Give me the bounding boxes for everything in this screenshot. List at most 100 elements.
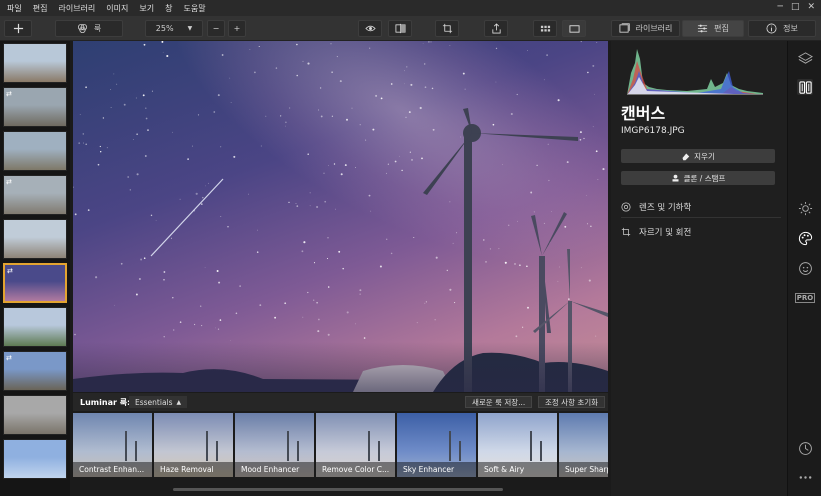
filmstrip-thumbnail[interactable]: ⇄	[3, 263, 67, 303]
star	[295, 203, 297, 204]
save-look-button[interactable]: 새로운 룩 저장...	[465, 396, 533, 408]
lens-geometry-tool[interactable]: 렌즈 및 기하학	[621, 196, 781, 218]
star	[587, 71, 589, 74]
look-preset[interactable]: Sky Enhancer	[397, 413, 476, 477]
zoom-out-button[interactable]: −	[207, 20, 225, 37]
photo-canvas[interactable]	[73, 41, 608, 392]
menu-item[interactable]: 보기	[139, 3, 154, 14]
add-photos-button[interactable]	[4, 20, 32, 37]
info-tab[interactable]: 정보	[748, 20, 816, 37]
creative-button[interactable]	[797, 230, 813, 246]
history-button[interactable]	[797, 440, 813, 456]
star	[507, 224, 510, 227]
star	[435, 256, 438, 259]
minimize-button[interactable]: ─	[778, 2, 783, 12]
crop-rotate-tool[interactable]: 자르기 및 회전	[621, 221, 781, 243]
share-button[interactable]	[484, 20, 508, 37]
look-preset[interactable]: Contrast Enhan...	[73, 413, 152, 477]
preset-preview	[135, 441, 137, 461]
star	[372, 128, 375, 131]
star	[288, 107, 291, 109]
looks-collection-select[interactable]: Essentials ▲	[129, 396, 188, 408]
filmstrip-thumbnail[interactable]: ⇄	[3, 351, 67, 391]
star	[144, 155, 147, 157]
star	[351, 107, 353, 109]
grid-view-button[interactable]	[533, 20, 557, 37]
star	[307, 62, 310, 65]
looks-scroll-thumb[interactable]	[173, 488, 503, 491]
preview-toggle-button[interactable]	[358, 20, 382, 37]
menu-item[interactable]: 라이브러리	[58, 3, 95, 14]
star	[424, 302, 426, 304]
star	[419, 106, 422, 110]
zoom-select[interactable]: 25% ▼	[145, 20, 203, 37]
erase-button[interactable]: 지우기	[621, 149, 775, 163]
star	[596, 42, 598, 43]
star	[394, 160, 397, 163]
look-preset[interactable]: Mood Enhancer	[235, 413, 314, 477]
star	[557, 99, 560, 102]
crop-button[interactable]	[435, 20, 459, 37]
edited-mark-icon: ⇄	[7, 267, 13, 275]
filmstrip-thumbnail[interactable]	[3, 219, 67, 259]
canvas-tools-button[interactable]	[797, 79, 813, 95]
filmstrip-thumbnail[interactable]	[3, 307, 67, 347]
menu-item[interactable]: 파일	[7, 3, 22, 14]
tool-category-rail: PRO	[787, 41, 821, 496]
filmstrip-thumbnail[interactable]	[3, 43, 67, 83]
star	[368, 194, 371, 197]
menu-item[interactable]: 창	[165, 3, 172, 14]
star	[355, 323, 356, 325]
star	[521, 326, 524, 328]
star	[239, 285, 241, 287]
star	[411, 158, 413, 161]
single-view-button[interactable]	[562, 20, 586, 37]
star	[510, 112, 513, 116]
close-button[interactable]: ✕	[807, 2, 815, 12]
info-icon	[766, 23, 777, 34]
edited-mark-icon: ⇄	[6, 354, 12, 362]
essentials-button[interactable]	[797, 200, 813, 216]
pro-tools-button[interactable]: PRO	[794, 290, 816, 306]
look-preset[interactable]: Soft & Airy	[478, 413, 557, 477]
clock-icon	[798, 441, 812, 455]
star	[380, 97, 383, 100]
looks-scrollbar[interactable]	[73, 482, 608, 496]
clone-stamp-button[interactable]: 클론 / 스탬프	[621, 171, 775, 185]
star	[296, 205, 299, 207]
filmstrip-thumbnail[interactable]	[3, 439, 67, 479]
edit-tab[interactable]: 편집	[682, 20, 744, 37]
star	[220, 146, 222, 148]
menu-item[interactable]: 편집	[33, 3, 48, 14]
looks-button[interactable]: 룩	[55, 20, 123, 37]
star	[302, 316, 304, 318]
look-preset[interactable]: Remove Color C...	[316, 413, 395, 477]
star	[151, 90, 153, 92]
menu-item[interactable]: 도움말	[183, 3, 205, 14]
layers-button[interactable]	[797, 50, 813, 66]
filmstrip-thumbnail[interactable]: ⇄	[3, 87, 67, 127]
filmstrip-thumbnail[interactable]	[3, 395, 67, 435]
compare-button[interactable]	[388, 20, 412, 37]
looks-circles-icon	[77, 23, 87, 34]
look-preset[interactable]: Haze Removal	[154, 413, 233, 477]
edited-mark-icon: ⇄	[6, 178, 12, 186]
star	[230, 340, 231, 341]
star	[79, 114, 81, 115]
star	[200, 203, 203, 205]
filmstrip-thumbnail[interactable]: ⇄	[3, 175, 67, 215]
layers-icon	[797, 51, 813, 64]
filmstrip-thumbnail[interactable]	[3, 131, 67, 171]
star	[502, 164, 503, 165]
maximize-button[interactable]: □	[791, 2, 800, 12]
more-button[interactable]	[797, 469, 813, 485]
zoom-in-button[interactable]: +	[228, 20, 246, 37]
face-icon	[798, 261, 812, 275]
look-preset[interactable]: Super Sharp	[559, 413, 608, 477]
reset-adjustments-button[interactable]: 조정 사항 초기화	[538, 396, 606, 408]
library-tab[interactable]: 라이브러리	[611, 20, 680, 37]
more-dots-icon	[799, 475, 811, 479]
star	[333, 163, 336, 165]
menu-item[interactable]: 이미지	[106, 3, 128, 14]
portrait-button[interactable]	[797, 260, 813, 276]
